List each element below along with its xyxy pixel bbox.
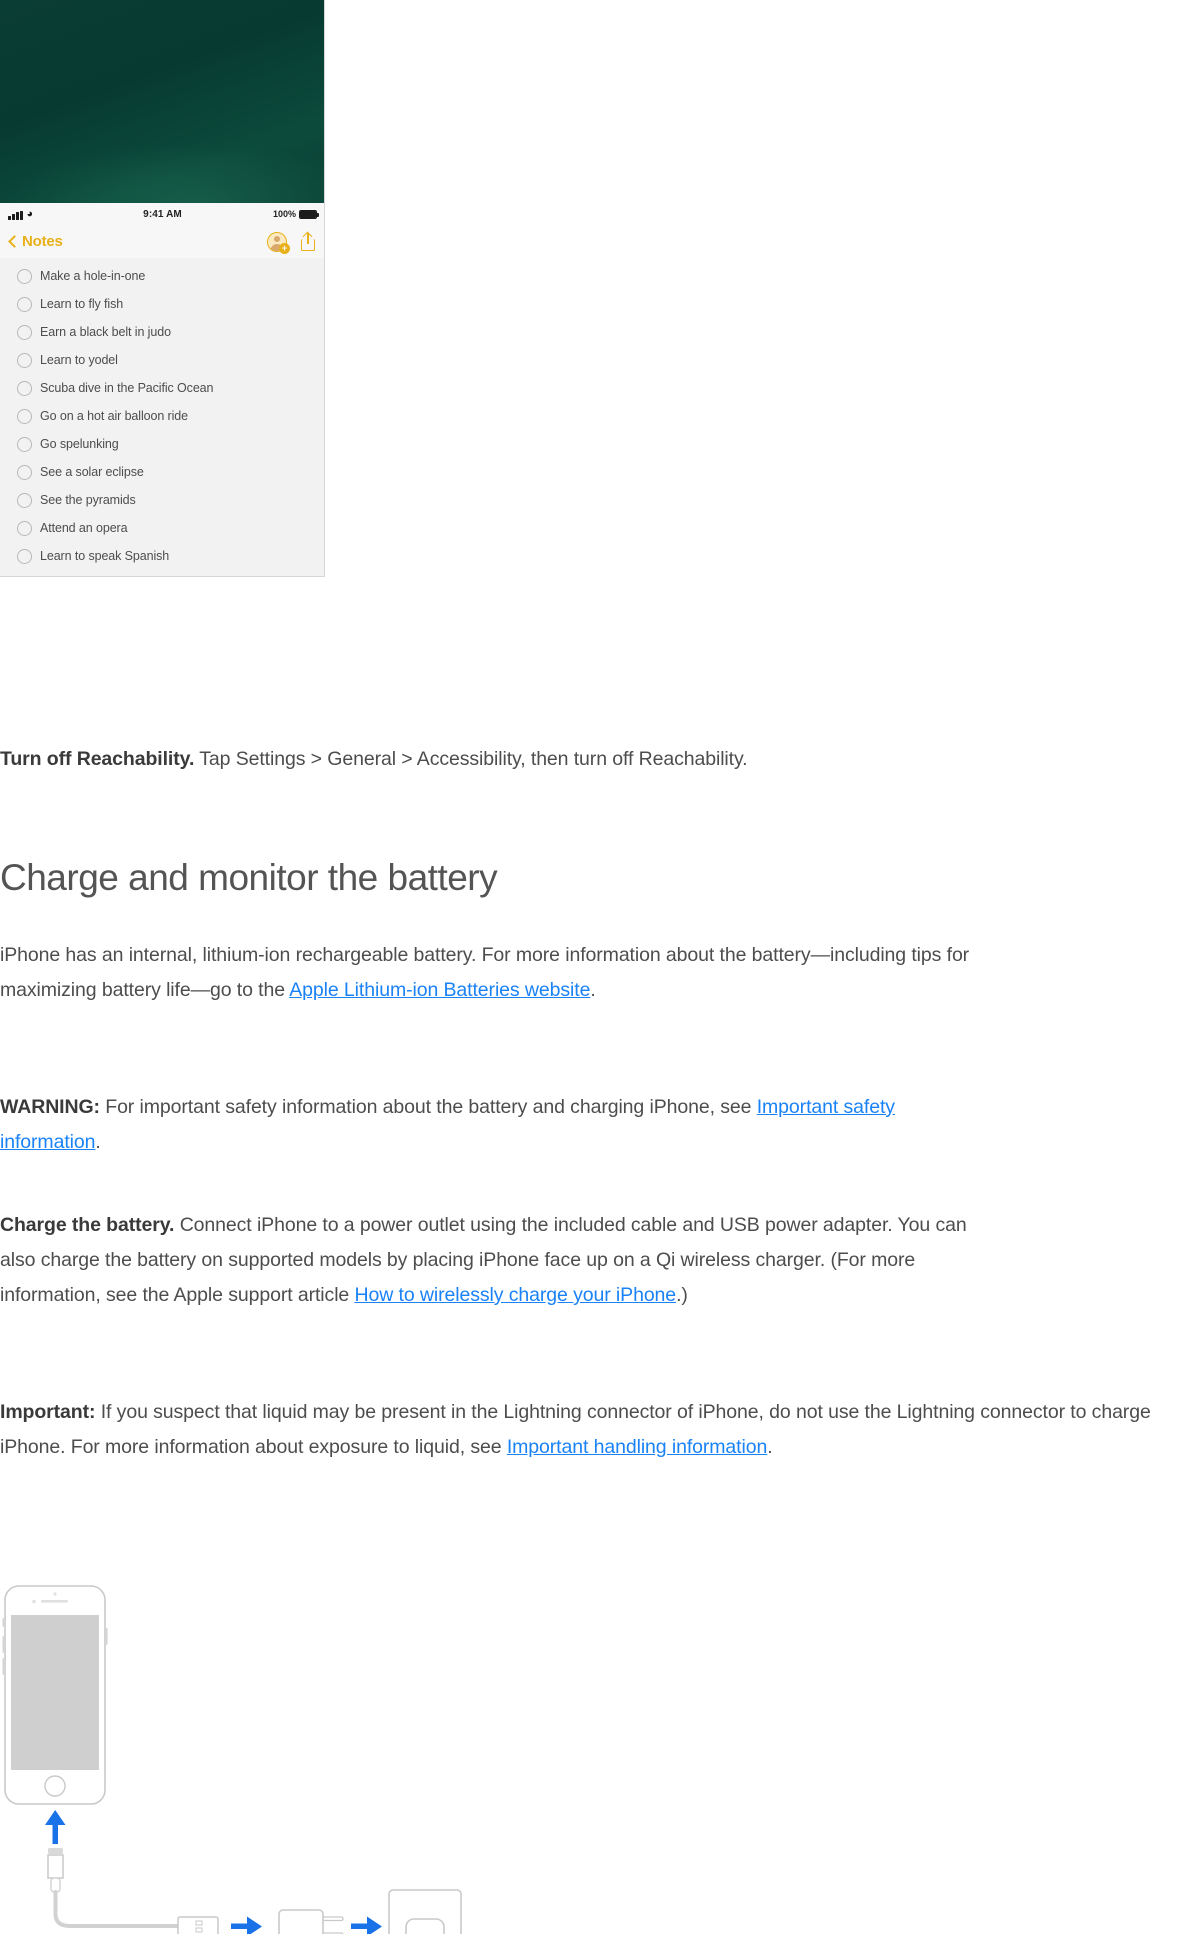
share-icon[interactable] — [301, 231, 315, 251]
list-item-label: Go on a hot air balloon ride — [40, 409, 188, 423]
notes-navigation-bar: Notes + — [0, 225, 324, 258]
iphone-charging-diagram — [0, 1548, 470, 1939]
charge-battery-paragraph: Charge the battery. Connect iPhone to a … — [0, 1208, 985, 1313]
list-item[interactable]: Learn to fly fish — [0, 290, 324, 318]
checkbox-circle-icon[interactable] — [17, 464, 32, 480]
warning-text-part2: . — [95, 1131, 101, 1153]
list-item-label: Go spelunking — [40, 437, 119, 451]
list-item[interactable]: Earn a black belt in judo — [0, 318, 324, 346]
list-item-label: Learn to yodel — [40, 353, 118, 367]
checkbox-circle-icon[interactable] — [17, 408, 32, 424]
status-bar-time: 9:41 AM — [143, 208, 182, 220]
list-item[interactable]: See a solar eclipse — [0, 458, 324, 486]
chevron-left-icon — [8, 235, 21, 248]
checkbox-circle-icon[interactable] — [17, 548, 32, 564]
up-arrow-icon — [45, 1810, 66, 1844]
notes-app-screenshot-figure: ◕ 9:41 AM 100% Notes + Make a hole-in-on… — [0, 0, 325, 577]
warning-paragraph: WARNING: For important safety informatio… — [0, 1090, 980, 1160]
important-paragraph: Important: If you suspect that liquid ma… — [0, 1395, 1190, 1465]
checkbox-circle-icon[interactable] — [17, 352, 32, 368]
list-item-label: Scuba dive in the Pacific Ocean — [40, 381, 214, 395]
lightning-connector — [47, 1848, 64, 1893]
intro-text-part2: . — [590, 979, 596, 1001]
status-bar: ◕ 9:41 AM 100% — [0, 203, 324, 225]
list-item-label: Learn to fly fish — [40, 297, 124, 311]
back-button-label: Notes — [22, 233, 63, 250]
usb-plug-icon — [177, 1916, 219, 1936]
page-title: Charge and monitor the battery — [0, 857, 498, 898]
checkbox-circle-icon[interactable] — [17, 492, 32, 508]
back-button[interactable]: Notes — [8, 233, 63, 250]
list-item[interactable]: Go on a hot air balloon ride — [0, 402, 324, 430]
warning-lead: WARNING: — [0, 1096, 100, 1118]
notes-checklist: Make a hole-in-one Learn to fly fish Ear… — [0, 258, 324, 570]
right-arrow-icon-1 — [231, 1916, 262, 1937]
list-item[interactable]: Make a hole-in-one — [0, 262, 324, 290]
apple-lithium-ion-batteries-link[interactable]: Apple Lithium-ion Batteries website — [289, 979, 590, 1001]
list-item[interactable]: Learn to yodel — [0, 346, 324, 374]
list-item-label: Make a hole-in-one — [40, 269, 146, 283]
power-adapter-icon — [278, 1909, 344, 1939]
charging-diagram-svg — [2, 1585, 462, 1939]
list-item-label: Earn a black belt in judo — [40, 325, 171, 339]
checkbox-circle-icon[interactable] — [17, 520, 32, 536]
notes-nav-actions: + — [267, 231, 315, 254]
list-item[interactable]: Go spelunking — [0, 430, 324, 458]
reachability-rest: Tap Settings > General > Accessibility, … — [194, 748, 748, 770]
list-item[interactable]: Attend an opera — [0, 514, 324, 542]
wall-outlet-icon — [388, 1889, 462, 1939]
list-item-label: Learn to speak Spanish — [40, 549, 170, 563]
checkbox-circle-icon[interactable] — [17, 296, 32, 312]
charge-battery-lead: Charge the battery. — [0, 1214, 175, 1236]
checkbox-circle-icon[interactable] — [17, 268, 32, 284]
add-person-icon[interactable]: + — [267, 231, 290, 254]
important-lead: Important: — [0, 1401, 96, 1423]
list-item[interactable]: Learn to speak Spanish — [0, 542, 324, 570]
list-item-label: See the pyramids — [40, 493, 136, 507]
important-text-part2: . — [767, 1436, 773, 1458]
reachability-paragraph: Turn off Reachability. Tap Settings > Ge… — [0, 742, 1180, 777]
list-item[interactable]: Scuba dive in the Pacific Ocean — [0, 374, 324, 402]
checkbox-circle-icon[interactable] — [17, 324, 32, 340]
intro-paragraph: iPhone has an internal, lithium-ion rech… — [0, 938, 975, 1008]
wallpaper-green-background — [0, 0, 324, 203]
checkbox-circle-icon[interactable] — [17, 380, 32, 396]
charge-battery-text-part2: .) — [676, 1284, 688, 1306]
iphone-outline — [2, 1585, 108, 1805]
right-arrow-icon-2 — [351, 1916, 382, 1937]
checkbox-circle-icon[interactable] — [17, 436, 32, 452]
reachability-lead: Turn off Reachability. — [0, 748, 195, 770]
battery-full-icon — [299, 209, 319, 219]
list-item-label: Attend an opera — [40, 521, 128, 535]
how-to-wirelessly-charge-link[interactable]: How to wirelessly charge your iPhone — [355, 1284, 677, 1306]
list-item-label: See a solar eclipse — [40, 465, 144, 479]
list-item[interactable]: See the pyramids — [0, 486, 324, 514]
warning-text-part1: For important safety information about t… — [99, 1096, 757, 1118]
important-handling-information-link[interactable]: Important handling information — [507, 1436, 768, 1458]
